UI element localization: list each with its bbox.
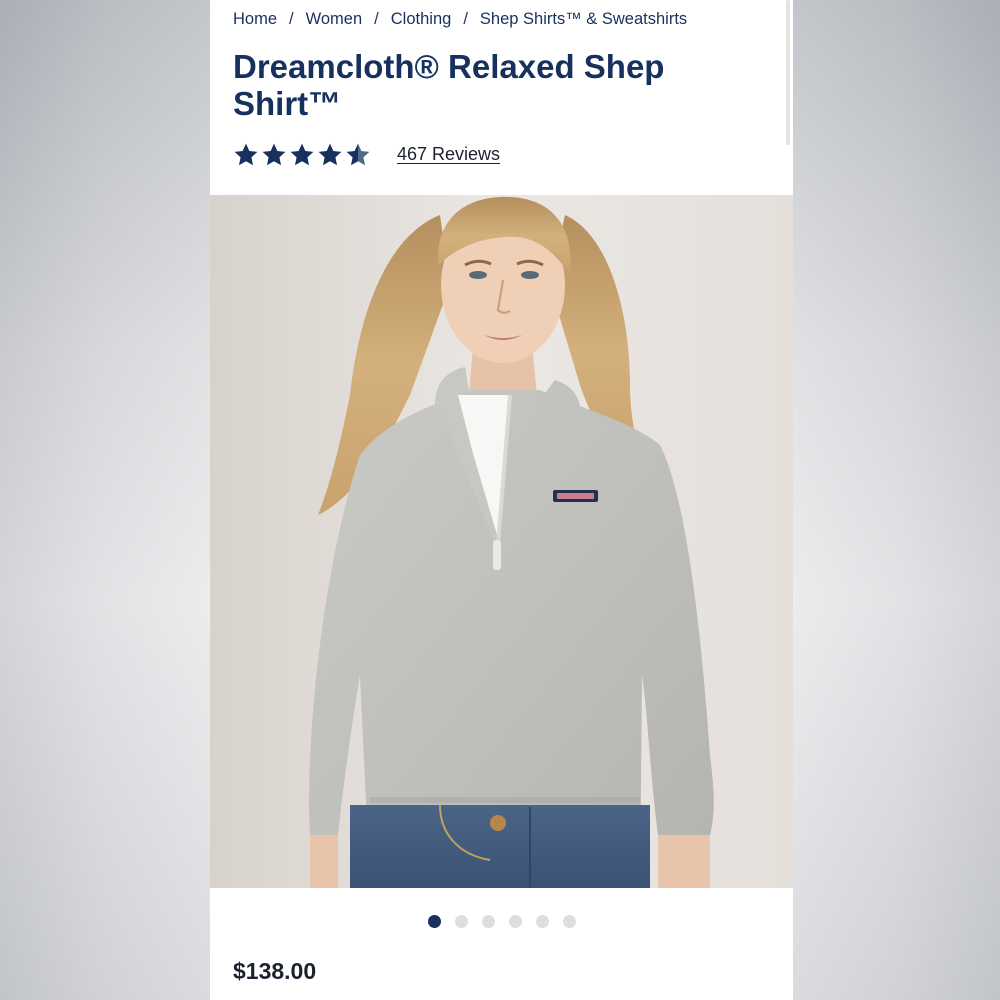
breadcrumb-separator: / xyxy=(463,10,468,28)
breadcrumb-separator: / xyxy=(289,10,294,28)
star-icon xyxy=(234,143,258,165)
background-left xyxy=(0,0,210,1000)
carousel-dot[interactable] xyxy=(535,915,549,928)
carousel-dots xyxy=(210,915,793,928)
scrollbar[interactable] xyxy=(786,0,790,145)
breadcrumb-home[interactable]: Home xyxy=(233,10,277,28)
carousel-dot-active[interactable] xyxy=(427,915,441,928)
product-title: Dreamcloth® Relaxed Shep Shirt™ xyxy=(233,48,665,122)
carousel-dot[interactable] xyxy=(481,915,495,928)
carousel-dot[interactable] xyxy=(562,915,576,928)
breadcrumb: Home / Women / Clothing / Shep Shirts™ & Sweat… xyxy=(233,10,773,29)
breadcrumb-shep-shirts[interactable]: Shep Shirts™ & Sweatshirts xyxy=(480,10,687,28)
product-price: $138.00 xyxy=(233,958,317,984)
background-right xyxy=(790,0,1000,1000)
model-photo xyxy=(210,195,793,888)
star-half-icon xyxy=(346,143,370,165)
product-rating: 467 Reviews xyxy=(233,140,500,168)
star-icon xyxy=(318,143,342,165)
carousel-dot[interactable] xyxy=(454,915,468,928)
breadcrumb-separator: / xyxy=(374,10,379,28)
star-icon xyxy=(262,143,286,165)
rating-stars[interactable] xyxy=(233,142,373,167)
product-page: Home / Women / Clothing / Shep Shirts™ & Sweat… xyxy=(210,0,793,1000)
product-image[interactable] xyxy=(210,195,793,888)
star-icon xyxy=(290,143,314,165)
breadcrumb-women[interactable]: Women xyxy=(306,10,363,28)
breadcrumb-clothing[interactable]: Clothing xyxy=(391,10,452,28)
carousel-dot[interactable] xyxy=(508,915,522,928)
reviews-link[interactable]: 467 Reviews xyxy=(397,144,500,165)
